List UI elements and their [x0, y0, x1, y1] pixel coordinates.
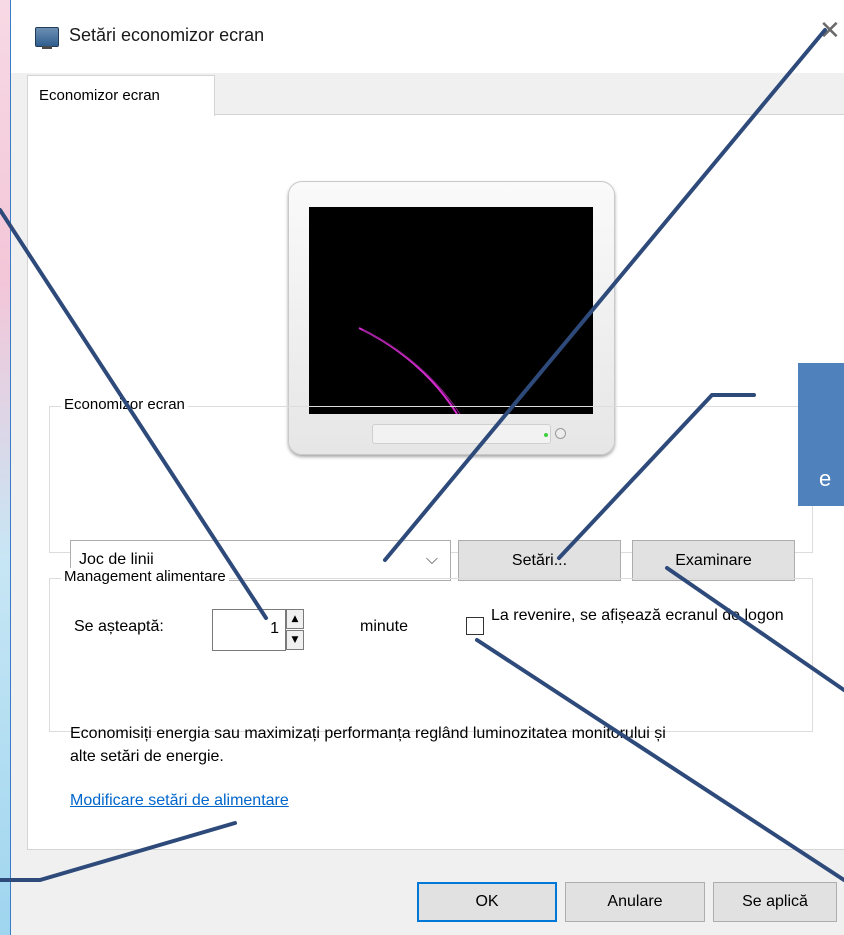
- preview-screen: [309, 207, 593, 415]
- preview-button[interactable]: Examinare: [632, 540, 795, 581]
- power-group-legend: Management alimentare: [61, 568, 229, 585]
- screensaver-group-legend: Economizor ecran: [61, 396, 188, 413]
- title-bar[interactable]: Setări economizor ecran ✕: [11, 0, 844, 73]
- display-properties-icon: [35, 27, 59, 49]
- settings-button[interactable]: Setări...: [458, 540, 621, 581]
- screensaver-select-value: Joc de linii: [79, 551, 154, 568]
- close-icon[interactable]: ✕: [819, 16, 841, 46]
- ok-button[interactable]: OK: [417, 882, 557, 922]
- slide-callout-text: e: [819, 466, 832, 491]
- dialog-window: Setări economizor ecran ✕ Economizor ecr…: [10, 0, 844, 935]
- background-stripe: [0, 0, 10, 935]
- power-description: Economisiți energia sau maximizați perfo…: [70, 725, 666, 765]
- tab-screensaver[interactable]: Economizor ecran: [27, 75, 215, 116]
- tab-label: Economizor ecran: [39, 87, 160, 104]
- power-group: Management alimentare: [49, 568, 813, 732]
- window-title: Setări economizor ecran: [69, 25, 265, 45]
- cancel-button[interactable]: Anulare: [565, 882, 705, 922]
- chevron-down-icon: ⌵: [425, 549, 438, 568]
- screensaver-group: Economizor ecran: [49, 396, 813, 553]
- preview-line-art: [358, 327, 461, 415]
- slide-callout-box: e: [798, 363, 844, 506]
- power-settings-link[interactable]: Modificare setări de alimentare: [70, 792, 289, 810]
- apply-button[interactable]: Se aplică: [713, 882, 837, 922]
